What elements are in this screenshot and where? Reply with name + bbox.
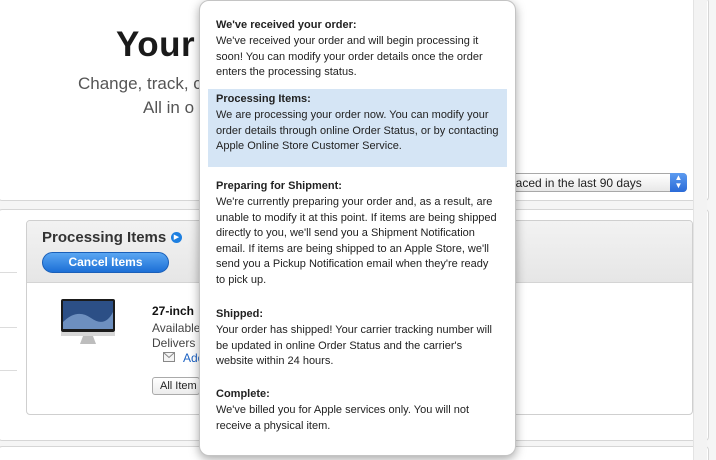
popover-text: Your order has shipped! Your carrier tra… [216,324,492,368]
imac-product-image [61,299,115,344]
page-subtitle: Change, track, c [78,74,202,93]
order-status-title: Processing Items [42,229,167,246]
info-arrow-icon[interactable]: ▶ [171,232,182,243]
filter-select-value: laced in the last 90 days [513,176,642,190]
popover-section-shipped: Shipped: Your order has shipped! Your ca… [208,304,507,372]
popover-heading: Preparing for Shipment: [216,180,342,192]
divider [0,370,17,371]
order-date-filter-select[interactable]: laced in the last 90 days ▲ ▼ [504,173,687,192]
select-arrows-icon: ▲ ▼ [670,173,687,192]
items-select[interactable]: All Item [152,377,200,395]
divider [0,272,17,273]
popover-heading: Processing Items: [216,93,311,105]
popover-section-received: We've received your order: We've receive… [208,15,507,83]
page-subtitle-line-2: All in o [143,98,195,117]
popover-section-processing: Processing Items: We are processing your… [208,89,507,167]
popover-heading: We've received your order: [216,19,357,31]
popover-heading: Complete: [216,388,270,400]
popover-text: We are processing your order now. You ca… [216,109,499,153]
envelope-icon [163,352,175,362]
popover-text: We've billed you for Apple services only… [216,404,469,432]
cancel-items-button[interactable]: Cancel Items [42,252,169,273]
availability-text: Available [152,321,201,335]
popover-text: We're currently preparing your order and… [216,196,497,286]
divider [0,327,17,328]
order-status-help-popover: We've received your order: We've receive… [199,0,516,456]
popover-section-complete: Complete: We've billed you for Apple ser… [208,384,507,436]
popover-heading: Shipped: [216,308,264,320]
delivery-text: Delivers [152,336,196,350]
page-scrollbar[interactable] [693,0,707,460]
popover-section-preparing: Preparing for Shipment: We're currently … [208,176,507,291]
popover-text: We've received your order and will begin… [216,35,483,79]
product-name: 27-inch [152,304,195,318]
